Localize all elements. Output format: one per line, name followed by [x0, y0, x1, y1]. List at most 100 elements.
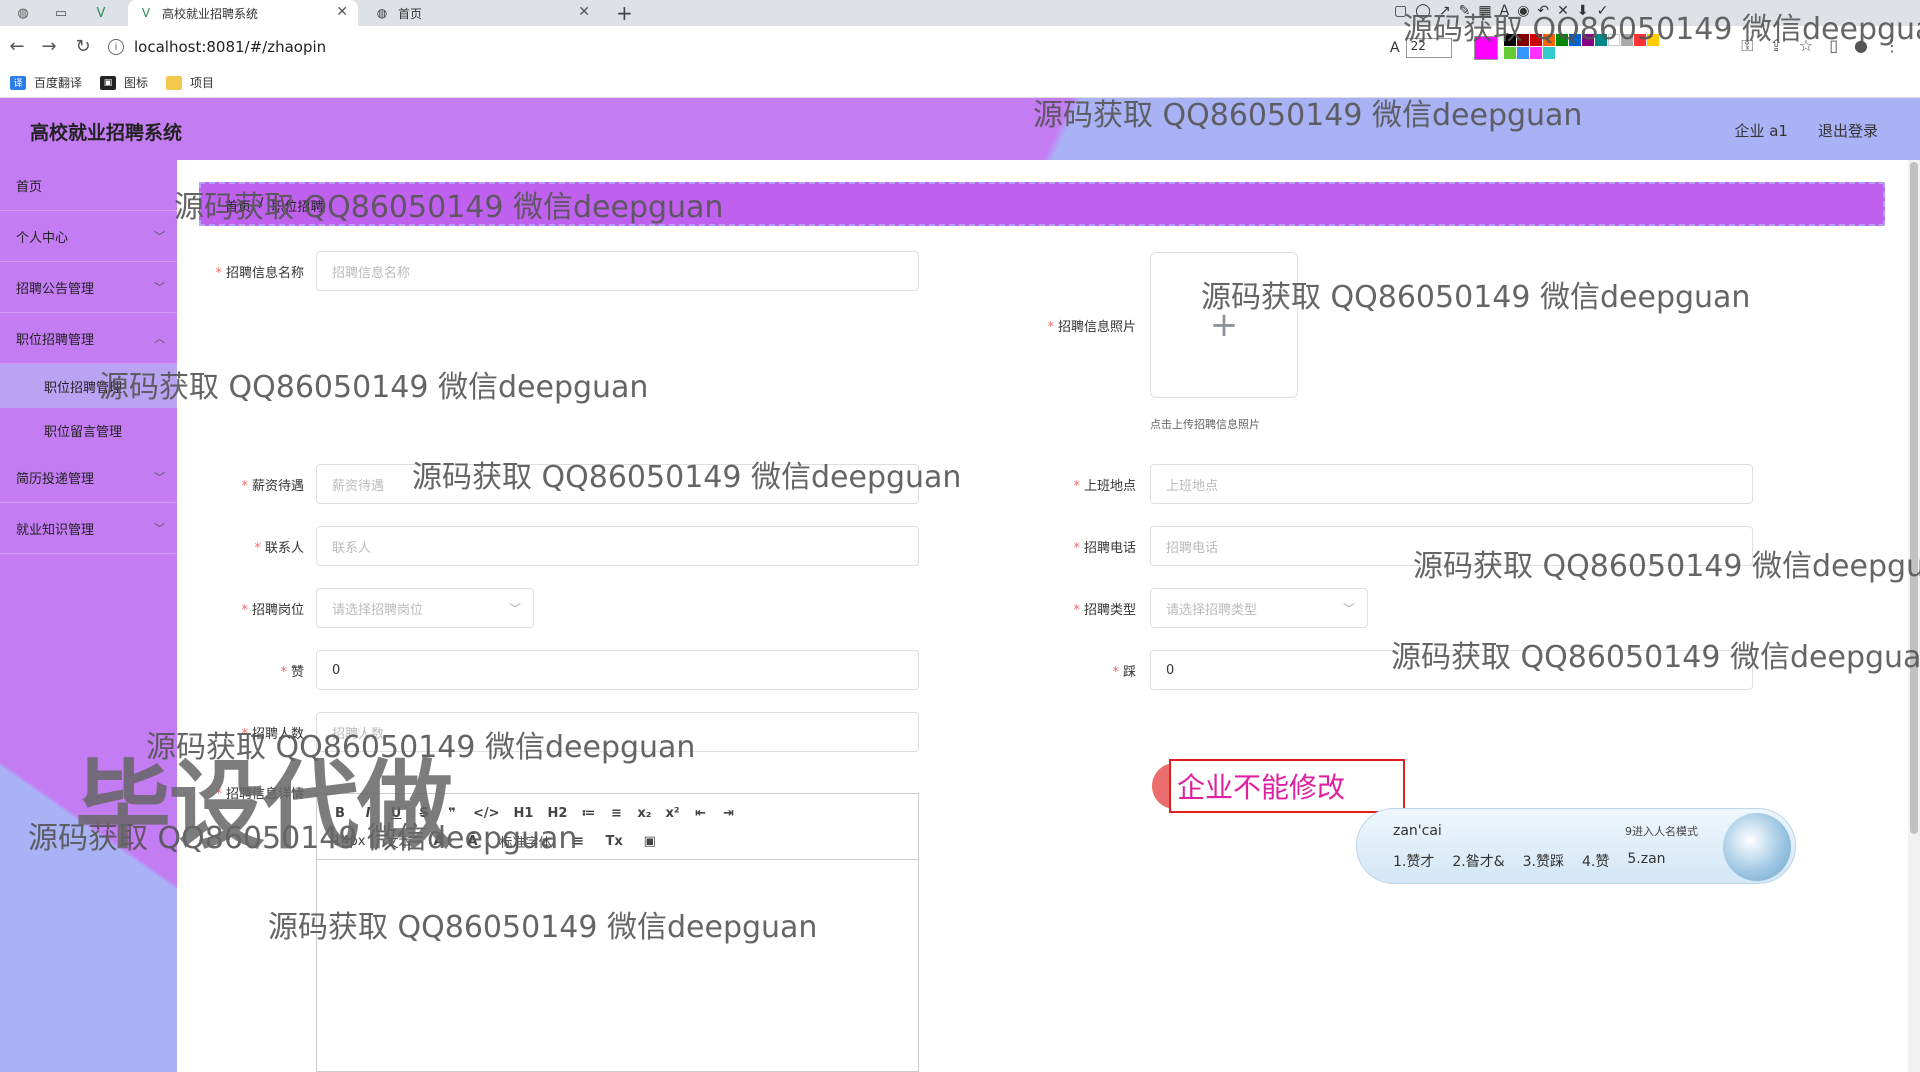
- back-icon[interactable]: ←: [6, 36, 28, 57]
- sidebar-item-label: 简历投递管理: [16, 471, 95, 487]
- image-icon: ▣: [100, 75, 117, 90]
- chevron-down-icon: ﹀: [154, 522, 165, 535]
- app-title: 高校就业招聘系统: [30, 122, 183, 144]
- color-swatch[interactable]: [1530, 47, 1542, 59]
- tab-active[interactable]: V 高校就业招聘系统 ✕: [128, 0, 358, 26]
- name-label: * 招聘信息名称: [215, 266, 304, 281]
- chevron-down-icon: ﹀: [154, 281, 165, 294]
- insert-image-icon[interactable]: ▣: [643, 834, 657, 849]
- translate-icon: 译: [10, 75, 26, 90]
- zan-input[interactable]: 0: [316, 650, 919, 690]
- watermark: 源码获取 QQ86050149 微信deepguan: [1033, 98, 1583, 133]
- watermark: 源码获取 QQ86050149 微信deepguan: [412, 460, 962, 495]
- subscript-button[interactable]: x₂: [637, 806, 651, 821]
- bullet-list-button[interactable]: ≡: [609, 806, 623, 821]
- sidebar: 首页 个人中心 ﹀ 招聘公告管理 ﹀ 职位招聘管理 ︿ 职位招聘管理 职位留言管…: [0, 160, 177, 1072]
- font-a-icon: A: [1390, 40, 1400, 56]
- contact-input[interactable]: 联系人: [316, 526, 919, 566]
- sidebar-item-resumes[interactable]: 简历投递管理 ﹀: [0, 452, 177, 503]
- ime-candidate[interactable]: 4.赞: [1582, 851, 1609, 871]
- zan-label: * 赞: [280, 665, 304, 680]
- chevron-up-icon: ︿: [154, 332, 165, 345]
- forward-icon[interactable]: →: [38, 36, 60, 57]
- watermark: 源码获取 QQ86050149 微信deepguan: [268, 910, 818, 945]
- tab-title: 高校就业招聘系统: [162, 6, 259, 21]
- folder-icon: [166, 75, 183, 90]
- url-text: localhost:8081/#/zhaopin: [134, 38, 327, 56]
- sidebar-item-label: 招聘公告管理: [16, 281, 95, 297]
- position-label: * 招聘岗位: [241, 603, 304, 618]
- select-placeholder: 请选择招聘岗位: [332, 602, 424, 618]
- sidebar-item-label: 就业知识管理: [16, 522, 95, 538]
- sidebar-subitem-job-comments[interactable]: 职位留言管理: [0, 408, 177, 452]
- sidebar-item-home[interactable]: 首页: [0, 160, 177, 211]
- ime-candidates: 1.赞才 2.昝才& 3.赞踩 4.赞 5.zan: [1393, 851, 1666, 871]
- chevron-down-icon: ﹀: [154, 230, 165, 243]
- ime-candidate[interactable]: 1.赞才: [1393, 851, 1434, 871]
- name-input[interactable]: 招聘信息名称: [316, 251, 919, 291]
- ime-logo: [1723, 813, 1791, 881]
- sidebar-item-jobs[interactable]: 职位招聘管理 ︿: [0, 313, 177, 364]
- bookmark-project[interactable]: 项目: [166, 74, 214, 91]
- tab-home[interactable]: ◍ 首页 ✕: [364, 0, 600, 26]
- watermark: 源码获取 QQ86050149 微信deepguan: [1391, 640, 1920, 675]
- bookmark-label: 项目: [190, 76, 215, 90]
- collapsed-tab-icon[interactable]: ▭: [52, 4, 70, 22]
- watermark: 源码获取 QQ86050149 微信deepguan: [99, 370, 649, 405]
- type-label: * 招聘类型: [1073, 603, 1136, 618]
- chevron-down-icon: ﹀: [508, 601, 521, 616]
- color-swatch[interactable]: [1504, 47, 1516, 59]
- salary-label: * 薪资待遇: [241, 479, 304, 494]
- sidebar-item-profile[interactable]: 个人中心 ﹀: [0, 211, 177, 262]
- photo-upload-tip: 点击上传招聘信息照片: [1150, 418, 1260, 431]
- bookmark-translate[interactable]: 译 百度翻译: [10, 74, 82, 91]
- type-select[interactable]: 请选择招聘类型 ﹀: [1150, 588, 1368, 628]
- ime-candidate[interactable]: 5.zan: [1627, 851, 1665, 871]
- browser-menu-icon[interactable]: ◍: [14, 4, 32, 22]
- sidebar-item-label: 个人中心: [16, 230, 69, 246]
- color-swatch[interactable]: [1517, 47, 1529, 59]
- sidebar-item-announcements[interactable]: 招聘公告管理 ﹀: [0, 262, 177, 313]
- watermark: 源码获取 QQ86050149 微信deepguan: [1201, 280, 1751, 315]
- close-tab-icon[interactable]: ✕: [578, 4, 590, 20]
- sidebar-item-label: 职位招聘管理: [16, 332, 95, 348]
- chevron-down-icon: ﹀: [1342, 601, 1355, 616]
- cai-label: * 踩: [1112, 665, 1136, 680]
- superscript-button[interactable]: x²: [666, 806, 680, 821]
- scrollbar-thumb[interactable]: [1910, 162, 1918, 834]
- bookmark-icons[interactable]: ▣ 图标: [100, 74, 148, 91]
- contact-label: * 联系人: [254, 541, 304, 556]
- app-header: 高校就业招聘系统 企业 a1 退出登录: [0, 98, 1920, 160]
- ime-mode-hint: 9进入人名模式: [1625, 825, 1698, 838]
- location-label: * 上班地点: [1073, 479, 1136, 494]
- vue-tab-icon[interactable]: V: [92, 4, 110, 22]
- location-input[interactable]: 上班地点: [1150, 464, 1753, 504]
- bookmark-label: 百度翻译: [34, 76, 83, 90]
- watermark: 源码获取 QQ86050149 微信deepguan: [174, 190, 724, 225]
- site-info-icon[interactable]: i: [108, 39, 124, 55]
- ime-pinyin: zan'cai: [1393, 823, 1442, 839]
- sidebar-subitem-label: 职位留言管理: [44, 424, 123, 440]
- reload-icon[interactable]: ↻: [72, 36, 94, 57]
- vue-logo-icon: V: [141, 6, 151, 20]
- indent-button[interactable]: ⇥: [722, 806, 736, 821]
- ime-candidate-window: zan'cai 9进入人名模式 1.赞才 2.昝才& 3.赞踩 4.赞 5.za…: [1356, 808, 1796, 884]
- ime-candidate[interactable]: 3.赞踩: [1523, 851, 1564, 871]
- ime-candidate[interactable]: 2.昝才&: [1452, 851, 1504, 871]
- phone-label: * 招聘电话: [1073, 541, 1136, 556]
- bookmarks-bar: 译 百度翻译 ▣ 图标 项目: [0, 68, 1920, 98]
- tab-title: 首页: [398, 6, 423, 21]
- ordered-list-button[interactable]: ≔: [581, 806, 596, 821]
- outdent-button[interactable]: ⇤: [694, 806, 708, 821]
- new-tab-button[interactable]: +: [616, 1, 633, 25]
- bookmark-label: 图标: [124, 76, 149, 90]
- big-watermark: 毕设代做: [75, 750, 453, 862]
- position-select[interactable]: 请选择招聘岗位 ﹀: [316, 588, 534, 628]
- address-bar[interactable]: i localhost:8081/#/zhaopin: [108, 31, 1378, 63]
- clear-format-icon[interactable]: Tx: [606, 834, 623, 849]
- close-tab-icon[interactable]: ✕: [336, 4, 348, 20]
- globe-icon: ◍: [376, 6, 388, 20]
- sidebar-item-knowledge[interactable]: 就业知识管理 ﹀: [0, 503, 177, 554]
- color-swatch[interactable]: [1543, 47, 1555, 59]
- logout-link[interactable]: 退出登录: [1818, 120, 1878, 141]
